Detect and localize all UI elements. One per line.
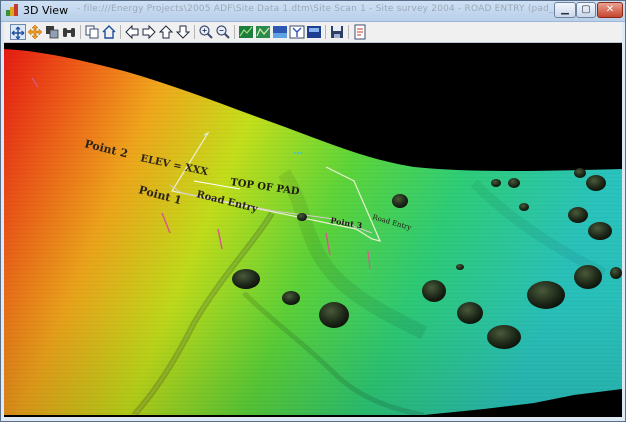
- close-button[interactable]: ✕: [597, 2, 623, 18]
- toolbar-separator: [325, 25, 326, 39]
- tree: [574, 168, 586, 178]
- tree: [527, 281, 565, 309]
- toolbar-separator: [234, 25, 235, 39]
- surface-2-button[interactable]: [255, 24, 271, 40]
- tree: [586, 175, 606, 191]
- tree: [456, 264, 464, 270]
- tree: [508, 178, 520, 188]
- tree: [297, 213, 307, 221]
- pan-arrows-icon: [27, 24, 43, 40]
- maximize-button[interactable]: ▢: [576, 2, 596, 18]
- toolbar: [4, 22, 622, 43]
- surface-1-button[interactable]: [238, 24, 254, 40]
- home-icon: [102, 25, 116, 39]
- toolbar-separator: [120, 25, 121, 39]
- copy-icon: [85, 25, 99, 39]
- arrow-left-icon: [125, 24, 139, 40]
- tree: [574, 265, 602, 289]
- surface-icon: [273, 26, 287, 38]
- minimize-button[interactable]: ▁: [554, 2, 576, 18]
- select-arrows-icon: [11, 26, 25, 40]
- 3d-view-window: 3D View - file:///Energy Projects\2005 A…: [0, 0, 626, 422]
- surface-3-button[interactable]: [272, 24, 288, 40]
- toolbar-separator: [348, 25, 349, 39]
- zoom-out-button[interactable]: [215, 24, 231, 40]
- toolbar-separator: [80, 25, 81, 39]
- binoculars-icon: [63, 28, 75, 37]
- surface-5-button[interactable]: [306, 24, 322, 40]
- window-title: 3D View: [23, 4, 69, 17]
- tree: [392, 194, 408, 208]
- window-file-path: - file:///Energy Projects\2005 ADF\Site …: [77, 4, 624, 14]
- move-left-button[interactable]: [124, 24, 140, 40]
- tree: [487, 325, 521, 349]
- tree: [568, 207, 588, 223]
- window-bottom-edge: [4, 417, 622, 421]
- move-right-button[interactable]: [141, 24, 157, 40]
- close-icon: ✕: [605, 4, 615, 15]
- tree: [588, 222, 612, 240]
- pan-tool-button[interactable]: [27, 24, 43, 40]
- toolbar-separator: [194, 25, 195, 39]
- tree: [232, 269, 260, 289]
- tree: [491, 179, 501, 187]
- move-up-button[interactable]: [158, 24, 174, 40]
- maximize-icon: ▢: [581, 4, 591, 15]
- terrain-canvas[interactable]: Point 2 ELEV = XXX TOP OF PAD Point 1 Ro…: [4, 43, 622, 417]
- arrow-up-icon: [158, 25, 174, 39]
- binoculars-tool-button[interactable]: [61, 24, 77, 40]
- tree: [610, 267, 622, 279]
- tree: [457, 302, 483, 324]
- home-view-button[interactable]: [101, 24, 117, 40]
- 3d-terrain-viewport[interactable]: Point 2 ELEV = XXX TOP OF PAD Point 1 Ro…: [4, 43, 622, 417]
- layers-tool-button[interactable]: [44, 24, 60, 40]
- surface-icon: [239, 26, 253, 38]
- save-icon: [331, 26, 343, 38]
- arrow-down-icon: [175, 25, 191, 39]
- copy-view-button[interactable]: [84, 24, 100, 40]
- export-icon: [354, 24, 366, 40]
- arrow-right-icon: [142, 24, 156, 40]
- tree: [422, 280, 446, 302]
- surface-4-button[interactable]: [289, 24, 305, 40]
- export-button[interactable]: [352, 24, 368, 40]
- surface-icon: [256, 26, 270, 38]
- zoom-out-icon: [216, 25, 230, 39]
- tree: [282, 291, 300, 305]
- zoom-in-button[interactable]: [198, 24, 214, 40]
- surface-icon: [307, 26, 321, 38]
- minimize-icon: ▁: [561, 4, 569, 15]
- surface-icon: [289, 25, 305, 39]
- tree: [519, 203, 529, 211]
- layers-icon: [46, 26, 59, 39]
- save-button[interactable]: [329, 24, 345, 40]
- title-bar[interactable]: 3D View - file:///Energy Projects\2005 A…: [1, 1, 625, 22]
- move-down-button[interactable]: [175, 24, 191, 40]
- zoom-in-icon: [199, 25, 213, 39]
- app-icon: [6, 4, 18, 16]
- tree: [319, 302, 349, 328]
- select-tool-button[interactable]: [10, 24, 26, 40]
